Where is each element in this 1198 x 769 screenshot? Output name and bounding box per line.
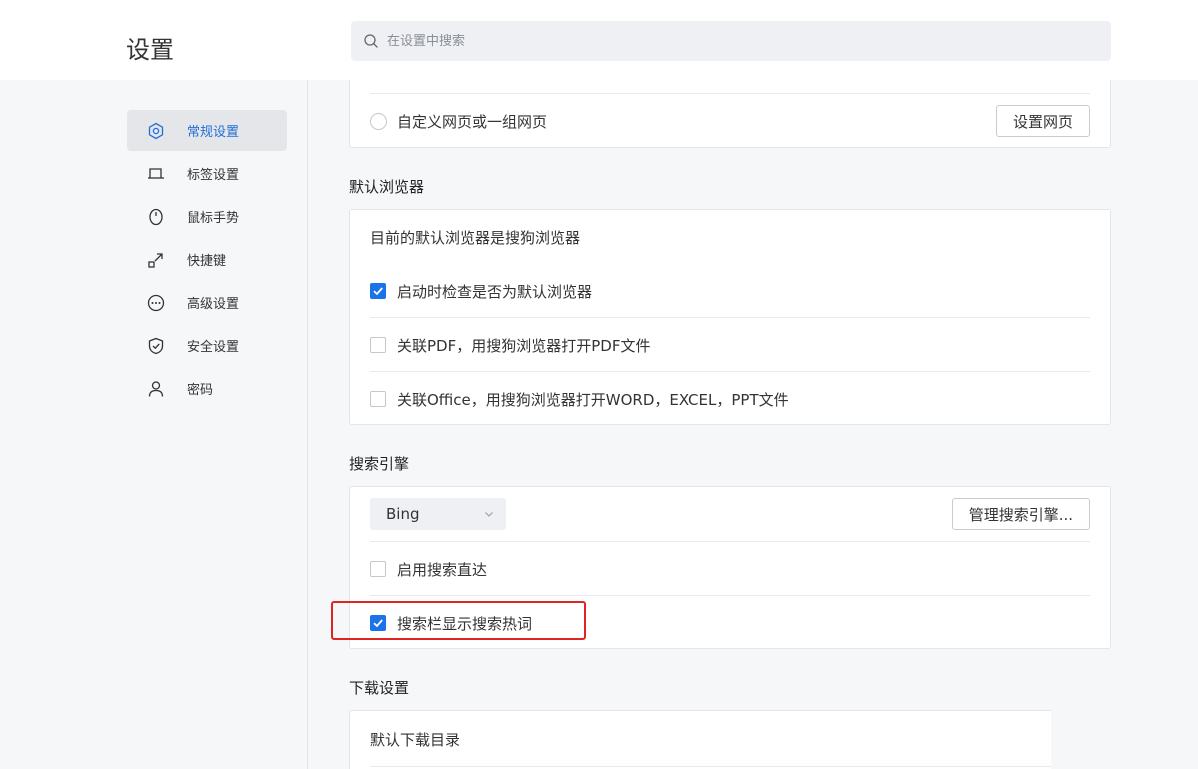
page-title: 设置 <box>126 36 174 64</box>
associate-pdf-label: 关联PDF，用搜狗浏览器打开PDF文件 <box>397 336 651 355</box>
associate-office-label: 关联Office，用搜狗浏览器打开WORD，EXCEL，PPT文件 <box>397 390 789 409</box>
sidebar-item-mouse-gestures[interactable]: 鼠标手势 <box>127 196 287 237</box>
sidebar-item-label: 安全设置 <box>187 340 240 355</box>
startup-card: 自定义网页或一组网页 设置网页 <box>349 80 1111 148</box>
sidebar-item-label: 密码 <box>187 383 214 398</box>
associate-office-row[interactable]: 关联Office，用搜狗浏览器打开WORD，EXCEL，PPT文件 <box>370 372 1090 426</box>
settings-content: 自定义网页或一组网页 设置网页 默认浏览器 目前的默认浏览器是搜狗浏览器 启动时… <box>309 80 1198 769</box>
direct-search-row[interactable]: 启用搜索直达 <box>370 542 1090 596</box>
sidebar: 常规设置 标签设置 鼠标手势 快捷键 高级设置 安全设置 密码 <box>0 80 308 769</box>
tab-icon <box>147 165 165 183</box>
search-box[interactable] <box>351 21 1111 61</box>
top-bar: 设置 <box>0 0 1198 80</box>
sidebar-item-passwords[interactable]: 密码 <box>127 368 287 409</box>
hexagon-settings-icon <box>147 122 165 140</box>
chevron-down-icon <box>485 512 493 517</box>
default-browser-section-title: 默认浏览器 <box>349 178 425 196</box>
download-section-title: 下载设置 <box>349 679 410 697</box>
default-browser-card: 目前的默认浏览器是搜狗浏览器 启动时检查是否为默认浏览器 关联PDF，用搜狗浏览… <box>349 209 1111 425</box>
custom-pages-row: 自定义网页或一组网页 <box>370 94 1090 148</box>
direct-search-label: 启用搜索直达 <box>397 560 488 579</box>
sidebar-item-label: 快捷键 <box>187 254 227 269</box>
sidebar-item-tabs[interactable]: 标签设置 <box>127 153 287 194</box>
download-card: 默认下载目录 <box>349 710 1111 769</box>
sidebar-item-label: 标签设置 <box>187 168 240 183</box>
shortcut-arrow-icon <box>147 251 165 269</box>
sidebar-item-label: 高级设置 <box>187 297 240 312</box>
hot-words-row[interactable]: 搜索栏显示搜索热词 <box>370 596 1090 650</box>
check-default-label: 启动时检查是否为默认浏览器 <box>397 282 593 301</box>
search-icon <box>364 34 378 48</box>
sidebar-item-security[interactable]: 安全设置 <box>127 325 287 366</box>
associate-pdf-checkbox[interactable] <box>370 337 386 353</box>
sidebar-item-general[interactable]: 常规设置 <box>127 110 287 151</box>
default-browser-status: 目前的默认浏览器是搜狗浏览器 <box>370 228 581 247</box>
search-engine-card: Bing 管理搜索引擎... 启用搜索直达 搜索栏显示搜索热词 <box>349 486 1111 649</box>
search-engine-selected: Bing <box>386 505 420 523</box>
set-pages-button[interactable]: 设置网页 <box>995 105 1090 137</box>
search-engine-section-title: 搜索引擎 <box>349 455 410 473</box>
hot-words-checkbox[interactable] <box>370 615 386 631</box>
hot-words-label: 搜索栏显示搜索热词 <box>397 614 533 633</box>
sidebar-item-shortcuts[interactable]: 快捷键 <box>127 239 287 280</box>
search-input[interactable] <box>387 33 1087 49</box>
associate-office-checkbox[interactable] <box>370 391 386 407</box>
check-default-row[interactable]: 启动时检查是否为默认浏览器 <box>370 264 1090 318</box>
manage-search-engines-button[interactable]: 管理搜索引擎... <box>951 498 1090 530</box>
associate-pdf-row[interactable]: 关联PDF，用搜狗浏览器打开PDF文件 <box>370 318 1090 372</box>
user-icon <box>147 380 165 398</box>
sidebar-item-label: 常规设置 <box>187 125 240 140</box>
mouse-icon <box>147 208 165 226</box>
content-edge-mask <box>1051 700 1111 769</box>
sidebar-item-advanced[interactable]: 高级设置 <box>127 282 287 323</box>
divider <box>370 766 1090 767</box>
sidebar-item-label: 鼠标手势 <box>187 211 240 226</box>
shield-check-icon <box>147 337 165 355</box>
default-browser-status-row: 目前的默认浏览器是搜狗浏览器 <box>370 210 1090 264</box>
custom-pages-label: 自定义网页或一组网页 <box>397 112 548 131</box>
check-icon <box>373 287 383 296</box>
check-default-checkbox[interactable] <box>370 283 386 299</box>
custom-pages-radio[interactable] <box>370 112 387 130</box>
default-dir-row: 默认下载目录 <box>370 711 1090 767</box>
more-dots-icon <box>147 294 165 312</box>
direct-search-checkbox[interactable] <box>370 561 386 577</box>
default-dir-label: 默认下载目录 <box>370 730 461 749</box>
search-engine-select[interactable]: Bing <box>370 498 506 530</box>
check-icon <box>373 619 383 628</box>
